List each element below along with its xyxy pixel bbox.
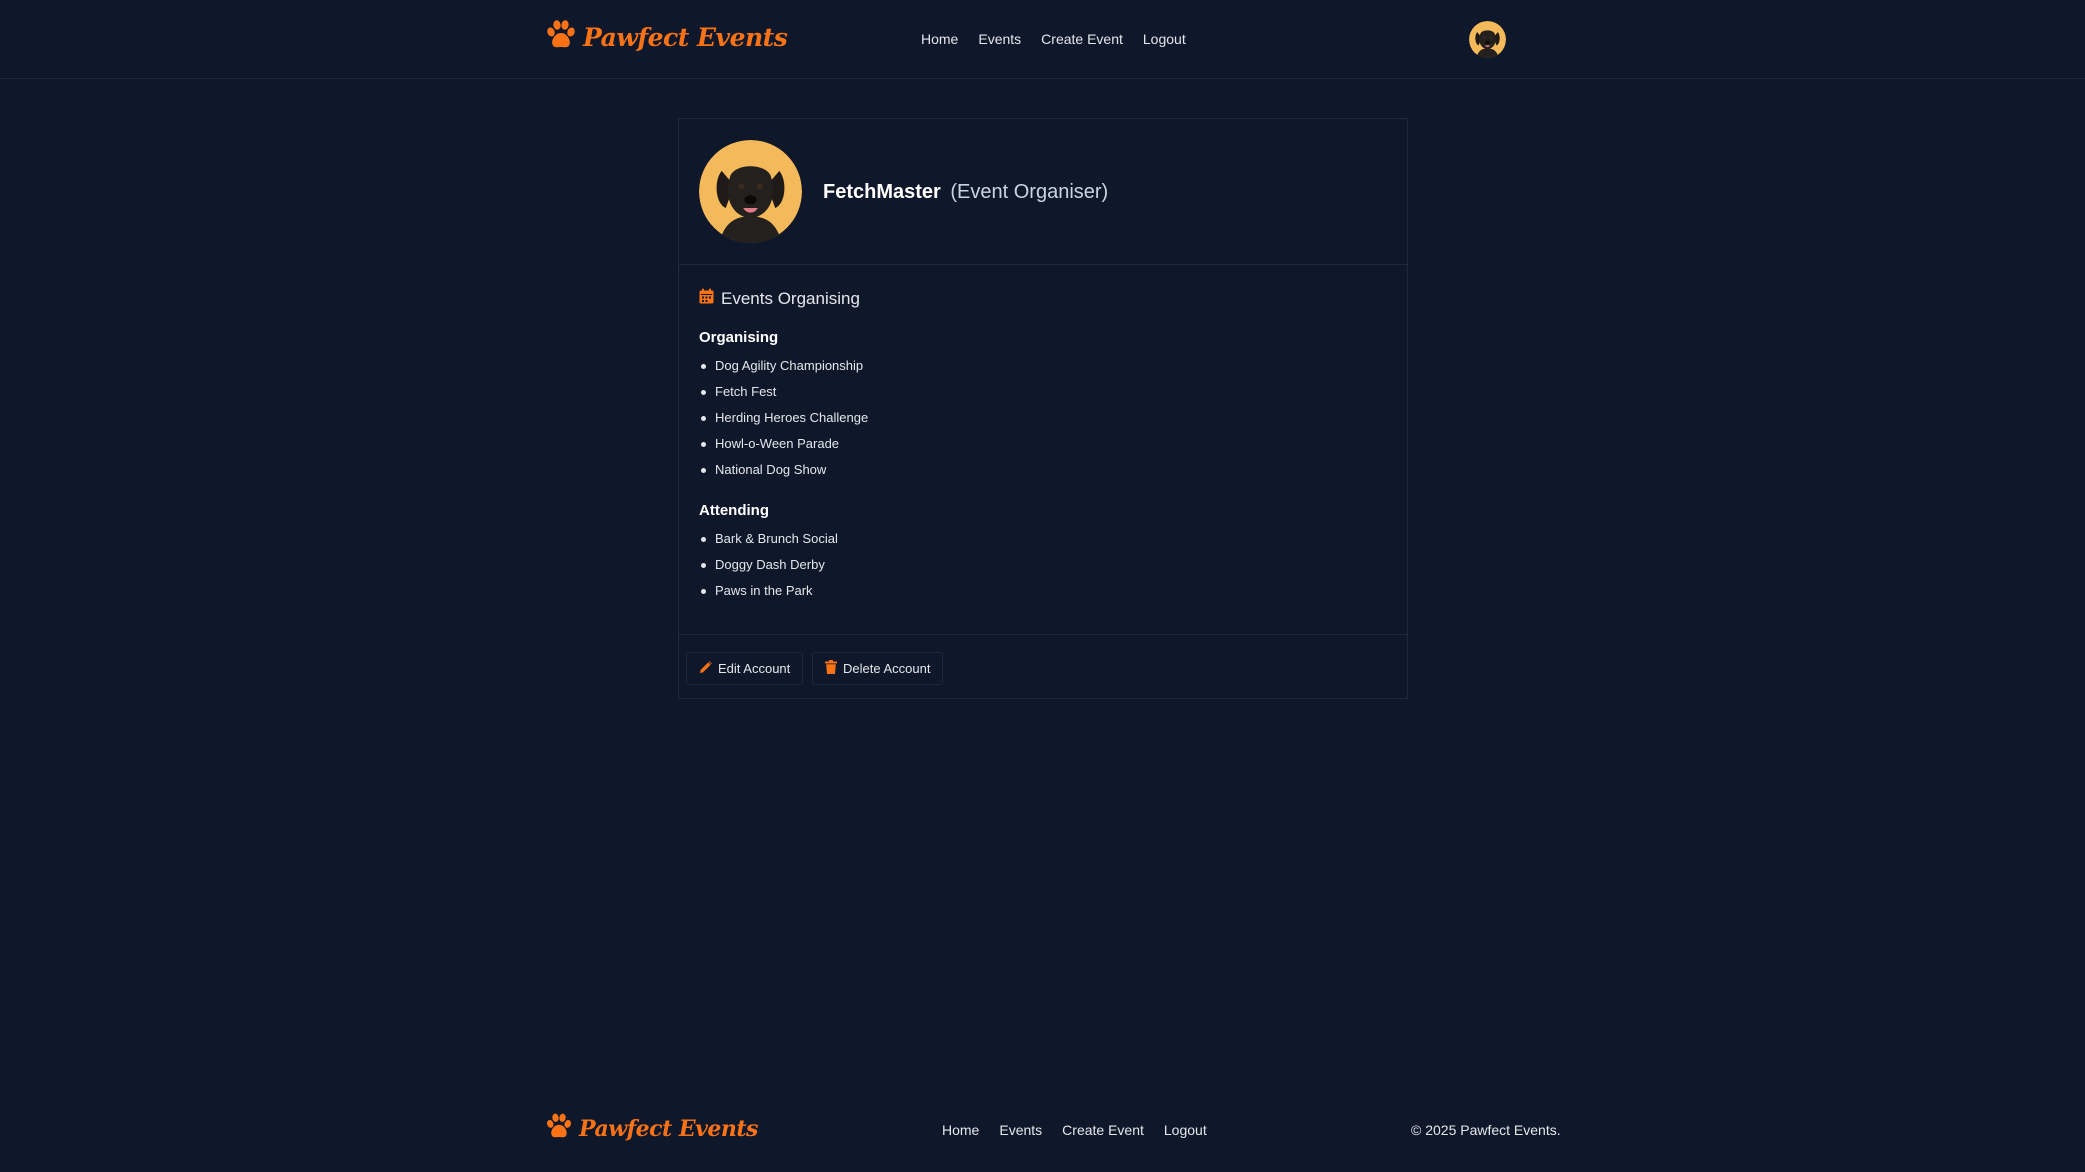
organising-event-item: Herding Heroes Challenge — [699, 409, 868, 435]
events-section-label: Events Organising — [721, 288, 860, 308]
attending-event-item: Bark & Brunch Social — [699, 530, 838, 556]
footer-nav: Home Events Create Event Logout — [942, 1122, 1207, 1138]
footer-nav-logout[interactable]: Logout — [1164, 1122, 1207, 1138]
attending-event-item: Paws in the Park — [699, 582, 838, 608]
attending-heading: Attending — [699, 502, 769, 519]
profile-name: FetchMaster (Event Organiser) — [823, 181, 1108, 204]
footer-nav-home[interactable]: Home — [942, 1122, 979, 1138]
account-actions: Edit Account Delete Account — [679, 634, 1407, 700]
profile-card: FetchMaster (Event Organiser) Events Org — [678, 118, 1408, 699]
paw-icon — [545, 1113, 573, 1145]
events-section-title: Events Organising — [699, 288, 860, 309]
profile-username: FetchMaster — [823, 181, 941, 203]
footer-brand-link[interactable]: Pawfect Events — [545, 1113, 758, 1145]
profile-header: FetchMaster (Event Organiser) — [679, 119, 1407, 265]
attending-list: Bark & Brunch Social Doggy Dash Derby Pa… — [699, 530, 838, 608]
organising-event-item: National Dog Show — [699, 461, 868, 487]
edit-account-button[interactable]: Edit Account — [686, 652, 804, 685]
footer-brand-name: Pawfect Events — [579, 1116, 758, 1142]
delete-account-label: Delete Account — [843, 661, 931, 676]
delete-account-button[interactable]: Delete Account — [812, 652, 944, 685]
brand-name: Pawfect Events — [583, 23, 788, 52]
brand-logo-link[interactable]: Pawfect Events — [545, 20, 788, 55]
site-header: Pawfect Events Home Events Create Event … — [0, 0, 2085, 79]
dog-avatar-icon — [1469, 21, 1506, 58]
organising-heading: Organising — [699, 329, 779, 346]
profile-role: (Event Organiser) — [950, 181, 1109, 203]
organising-event-item: Fetch Fest — [699, 383, 868, 409]
attending-event-item: Doggy Dash Derby — [699, 556, 838, 582]
profile-avatar — [699, 140, 802, 243]
trash-icon — [825, 660, 837, 677]
footer-nav-create-event[interactable]: Create Event — [1062, 1122, 1144, 1138]
user-avatar-button[interactable] — [1469, 21, 1506, 58]
nav-events[interactable]: Events — [978, 31, 1021, 47]
nav-create-event[interactable]: Create Event — [1041, 31, 1123, 47]
organising-list: Dog Agility Championship Fetch Fest Herd… — [699, 357, 868, 487]
nav-home[interactable]: Home — [921, 31, 958, 47]
nav-logout[interactable]: Logout — [1143, 31, 1186, 47]
dog-avatar-icon — [699, 140, 802, 243]
edit-account-label: Edit Account — [718, 661, 791, 676]
organising-event-item: Dog Agility Championship — [699, 357, 868, 383]
site-footer: Pawfect Events Home Events Create Event … — [0, 1100, 2085, 1160]
pencil-icon — [699, 660, 712, 677]
footer-nav-events[interactable]: Events — [999, 1122, 1042, 1138]
paw-icon — [545, 20, 577, 55]
calendar-icon — [699, 288, 714, 309]
organising-event-item: Howl-o-Ween Parade — [699, 435, 868, 461]
copyright-text: © 2025 Pawfect Events. — [1411, 1122, 1561, 1138]
header-nav: Home Events Create Event Logout — [921, 31, 1186, 47]
